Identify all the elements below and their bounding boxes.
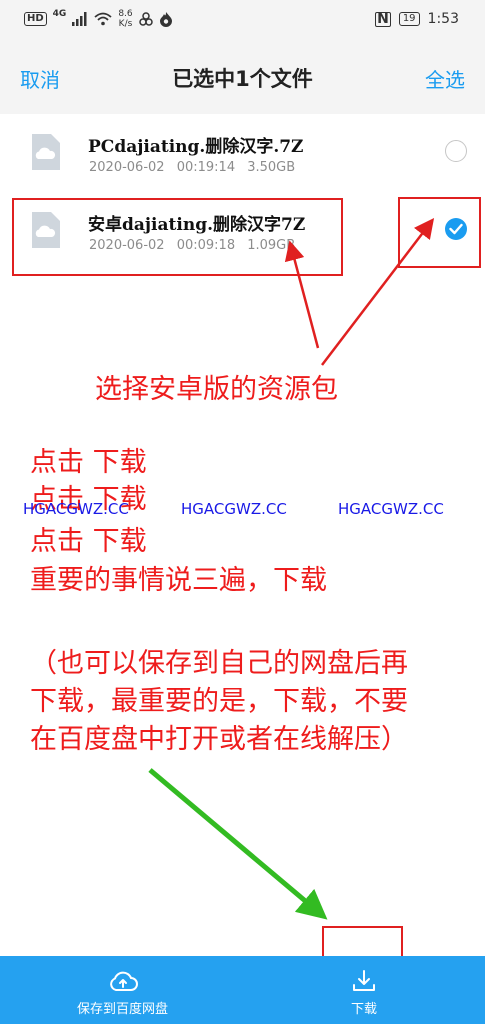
save-to-netdisk-label: 保存到百度网盘 <box>76 1002 168 1017</box>
download-button[interactable]: 下载 <box>330 956 398 1024</box>
red-arrow-to-file <box>284 240 320 349</box>
watermark: HGACGWZ.CC <box>23 500 129 518</box>
watermark: HGACGWZ.CC <box>181 500 287 518</box>
cloud-save-icon <box>109 971 138 991</box>
save-to-netdisk-button[interactable]: 保存到百度网盘 <box>55 956 190 1024</box>
annotation-note-2: 下载，最重要的是，下载，不要 <box>30 686 408 717</box>
annotation-note-3: 在百度盘中打开或者在线解压） <box>30 724 408 755</box>
annotation-important: 重要的事情说三遍，下载 <box>30 565 327 596</box>
annotation-click-3: 点击 下载 <box>30 526 147 557</box>
download-icon <box>353 970 375 991</box>
green-arrow-to-download <box>148 768 328 920</box>
annotation-choose: 选择安卓版的资源包 <box>95 374 338 405</box>
red-arrow-to-checkbox <box>321 218 435 366</box>
annotation-click-1: 点击 下载 <box>30 447 147 478</box>
download-label: 下载 <box>350 1002 377 1017</box>
bottom-action-bar: 保存到百度网盘 下载 <box>0 956 485 1024</box>
watermark: HGACGWZ.CC <box>338 500 444 518</box>
annotation-note-1: （也可以保存到自己的网盘后再 <box>30 648 408 679</box>
